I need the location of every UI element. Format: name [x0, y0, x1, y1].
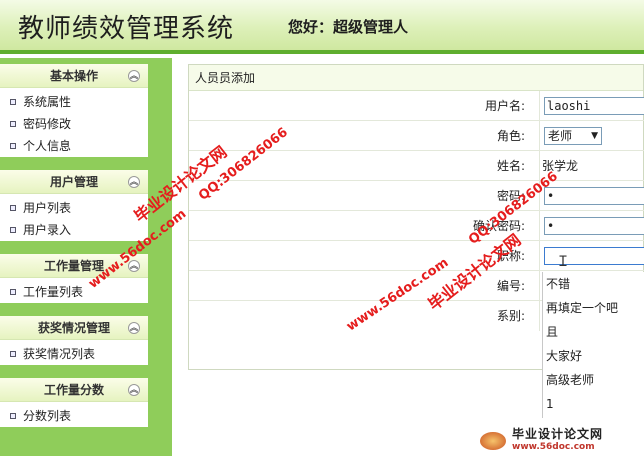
- sidebar-section-header[interactable]: 获奖情况管理 ︽: [0, 316, 148, 340]
- app-title: 教师绩效管理系统: [18, 14, 235, 44]
- sidebar-section-users: 用户管理 ︽ 用户列表 用户录入: [0, 170, 148, 241]
- field-label: 姓名:: [496, 159, 525, 173]
- header: 教师绩效管理系统 您好：超级管理人: [0, 0, 644, 54]
- sidebar-section-scores: 工作量分数 ︽ 分数列表: [0, 378, 148, 427]
- bullet-icon: [10, 227, 16, 233]
- sidebar-item-user-entry[interactable]: 用户录入: [0, 219, 148, 241]
- sidebar-section-header[interactable]: 用户管理 ︽: [0, 170, 148, 194]
- sidebar-item-workload-list[interactable]: 工作量列表: [0, 281, 148, 303]
- section-title: 用户管理: [49, 175, 98, 189]
- autocomplete-item[interactable]: 高级老师: [543, 368, 644, 392]
- form-row-title: 职称:: [189, 241, 644, 271]
- section-title: 获奖情况管理: [37, 321, 110, 335]
- bullet-icon: [10, 121, 16, 127]
- collapse-icon[interactable]: ︽: [128, 322, 140, 334]
- section-title: 基本操作: [49, 69, 98, 83]
- sidebar-item-label: 用户录入: [23, 223, 72, 237]
- sidebar-item-score-list[interactable]: 分数列表: [0, 405, 148, 427]
- sidebar-item-label: 系统属性: [23, 95, 72, 109]
- logo-icon: [480, 432, 506, 450]
- form-row-confirm-password: 确认密码: •: [189, 211, 644, 241]
- role-select-value: 老师: [548, 129, 573, 143]
- sidebar-item-label: 分数列表: [23, 409, 72, 423]
- sidebar-section-header[interactable]: 工作量分数 ︽: [0, 378, 148, 402]
- collapse-icon[interactable]: ︽: [128, 70, 140, 82]
- sidebar-item-label: 工作量列表: [23, 285, 84, 299]
- section-title: 工作量管理: [43, 259, 104, 273]
- sidebar-section-awards: 获奖情况管理 ︽ 获奖情况列表: [0, 316, 148, 365]
- bullet-icon: [10, 351, 16, 357]
- collapse-icon[interactable]: ︽: [128, 176, 140, 188]
- field-label: 用户名:: [484, 99, 525, 113]
- bullet-icon: [10, 289, 16, 295]
- sidebar-item-awards-list[interactable]: 获奖情况列表: [0, 343, 148, 365]
- confirm-password-input[interactable]: •: [544, 217, 644, 235]
- field-label: 编号:: [496, 279, 525, 293]
- field-label: 角色:: [496, 129, 525, 143]
- logo-url: www.56doc.com: [512, 442, 595, 452]
- username-input[interactable]: laoshi: [544, 97, 644, 115]
- sidebar-item-label: 个人信息: [23, 139, 72, 153]
- panel-title: 人员员添加: [189, 65, 643, 91]
- dropdown-arrow-icon: ▼: [591, 131, 598, 141]
- sidebar-section-basic: 基本操作 ︽ 系统属性 密码修改 个人信息: [0, 64, 148, 157]
- sidebar-item-user-list[interactable]: 用户列表: [0, 197, 148, 219]
- role-select[interactable]: 老师 ▼: [544, 127, 602, 145]
- autocomplete-item[interactable]: 且: [543, 320, 644, 344]
- text-cursor-icon: Ｉ: [556, 254, 570, 270]
- autocomplete-item[interactable]: 不错: [543, 272, 644, 296]
- collapse-icon[interactable]: ︽: [128, 384, 140, 396]
- sidebar-item-label: 获奖情况列表: [23, 347, 96, 361]
- autocomplete-dropdown: 不错 再填定一个吧 且 大家好 高级老师 1: [542, 272, 644, 418]
- sidebar-item-password-change[interactable]: 密码修改: [0, 113, 148, 135]
- sidebar-item-personal-info[interactable]: 个人信息: [0, 135, 148, 157]
- welcome-text: 您好：超级管理人: [288, 18, 409, 36]
- autocomplete-item[interactable]: 再填定一个吧: [543, 296, 644, 320]
- site-logo: 毕业设计论文网 www.56doc.com: [480, 426, 644, 456]
- autocomplete-item[interactable]: 大家好: [543, 344, 644, 368]
- bullet-icon: [10, 205, 16, 211]
- sidebar-item-system-attributes[interactable]: 系统属性: [0, 91, 148, 113]
- field-label: 系别:: [496, 309, 525, 323]
- sidebar-item-label: 密码修改: [23, 117, 72, 131]
- autocomplete-item[interactable]: 1: [543, 392, 644, 416]
- password-input[interactable]: •: [544, 187, 644, 205]
- form-row-password: 密码: •: [189, 181, 644, 211]
- bullet-icon: [10, 143, 16, 149]
- sidebar-section-header[interactable]: 基本操作 ︽: [0, 64, 148, 88]
- bullet-icon: [10, 99, 16, 105]
- sidebar-item-label: 用户列表: [23, 201, 72, 215]
- form-row-username: 用户名: laoshi: [189, 91, 644, 121]
- bullet-icon: [10, 413, 16, 419]
- section-title: 工作量分数: [43, 383, 104, 397]
- logo-text: 毕业设计论文网: [512, 427, 604, 441]
- sidebar: 基本操作 ︽ 系统属性 密码修改 个人信息 用户管理 ︽ 用户列表 用户录入 工…: [0, 58, 172, 456]
